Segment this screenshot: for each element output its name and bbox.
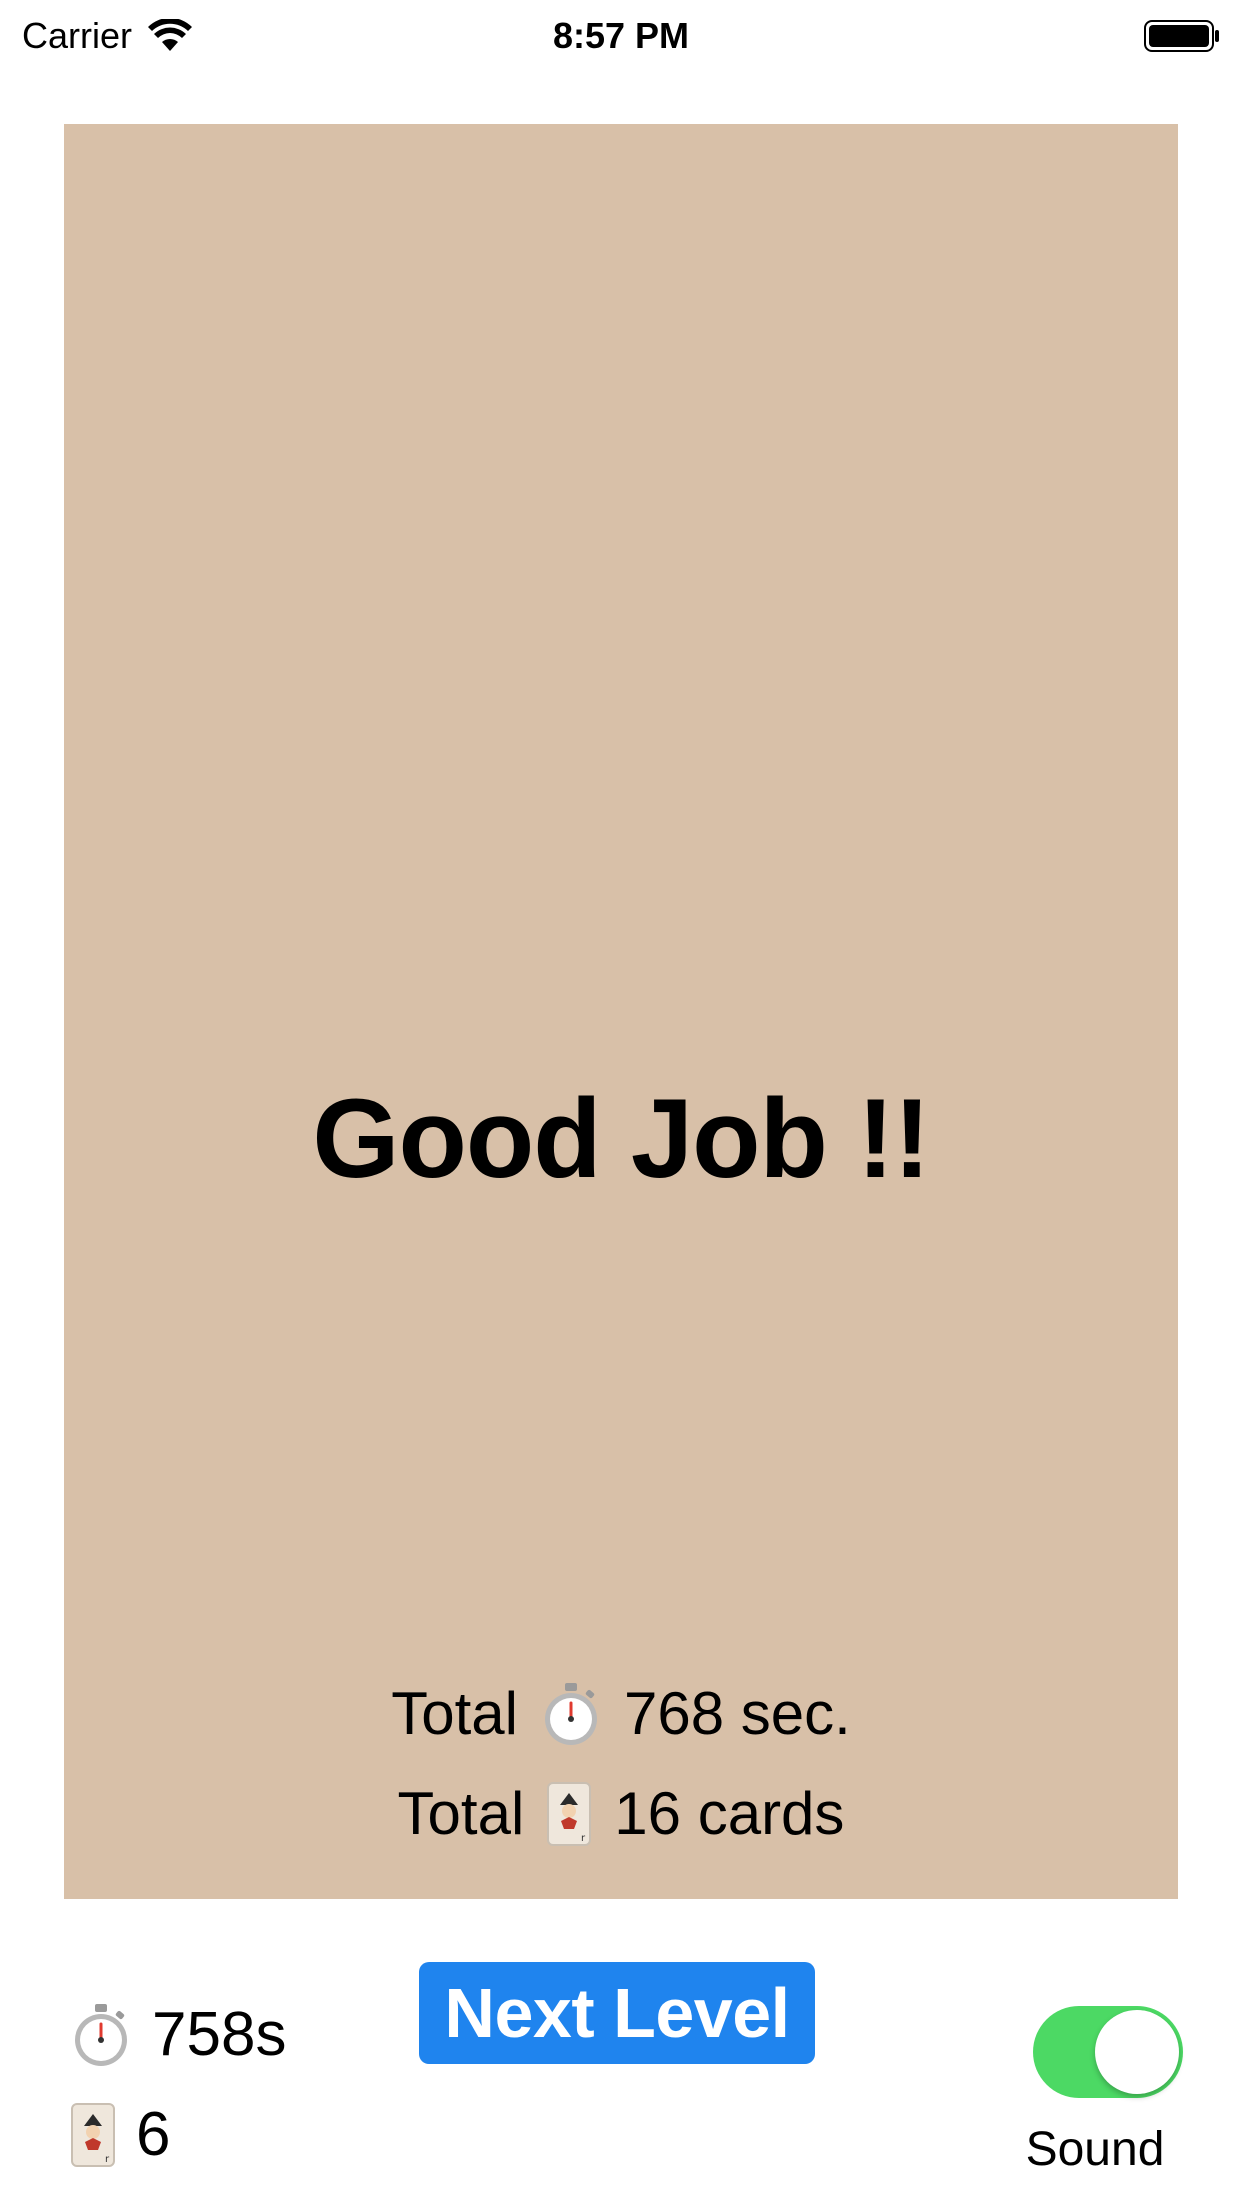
total-cards-line: Total r 16 cards [64, 1764, 1178, 1864]
joker-card-icon: r [547, 1782, 592, 1846]
result-summary: Total 768 sec. Total r 16 cards [64, 1664, 1178, 1864]
game-screen: Carrier 8:57 PM Good Job !! Total 768 se… [0, 0, 1242, 2208]
cards-stat: r 6 [70, 2085, 286, 2185]
status-bar: Carrier 8:57 PM [0, 0, 1242, 72]
total-time-prefix: Total [391, 1680, 518, 1747]
stopwatch-icon [544, 1683, 597, 1745]
sound-toggle[interactable] [1033, 2006, 1183, 2098]
level-stats: 758s r 6 [70, 1985, 286, 2185]
result-title: Good Job !! [312, 1076, 930, 1201]
status-time: 8:57 PM [552, 15, 690, 56]
next-level-button[interactable]: Next Level [419, 1962, 815, 2064]
sound-toggle-label: Sound [1025, 2123, 1165, 2176]
total-time-line: Total 768 sec. [64, 1664, 1178, 1764]
result-panel: Good Job !! Total 768 sec. Total r 16 ca… [64, 124, 1178, 1899]
total-cards-value: 16 cards [614, 1780, 845, 1847]
stopwatch-icon [75, 2004, 127, 2066]
toggle-knob [1095, 2010, 1179, 2094]
time-stat-value: 758s [152, 2000, 287, 2069]
total-cards-prefix: Total [397, 1780, 525, 1847]
total-time-value: 768 sec. [623, 1680, 851, 1747]
battery-icon [1144, 20, 1219, 52]
time-stat: 758s [70, 1985, 286, 2085]
joker-card-icon: r [71, 2103, 115, 2167]
cards-stat-value: 6 [136, 2100, 171, 2169]
